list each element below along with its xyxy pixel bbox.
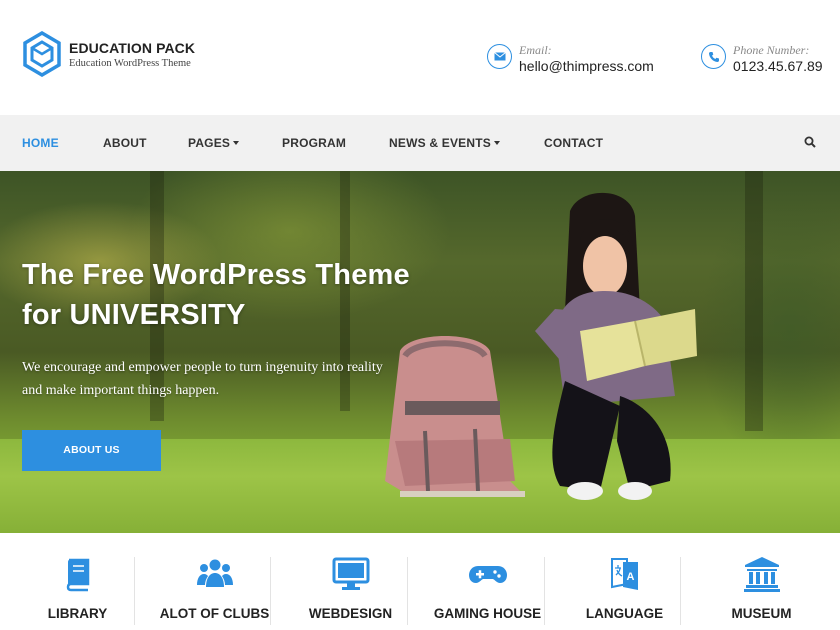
svg-text:A: A <box>626 571 634 583</box>
hero-title-line1: The Free WordPress Theme <box>22 259 410 291</box>
nav-item-news-events[interactable]: NEWS & EVENTS <box>389 115 500 171</box>
nav-item-pages[interactable]: PAGES <box>188 115 240 171</box>
nav-item-about[interactable]: ABOUT <box>103 115 147 171</box>
nav-item-news-events-label: NEWS & EVENTS <box>389 136 491 150</box>
feature-label: MUSEUM <box>731 606 792 621</box>
nav-item-pages-label: PAGES <box>188 136 231 150</box>
museum-icon <box>743 557 780 592</box>
main-navigation: HOME ABOUT PAGES PROGRAM NEWS & EVENTS C… <box>0 115 840 171</box>
site-header: EDUCATION PACK Education WordPress Theme… <box>0 0 840 115</box>
feature-divider <box>270 557 271 625</box>
caret-down-icon <box>233 140 240 145</box>
feature-divider <box>544 557 545 625</box>
feature-divider <box>407 557 408 625</box>
feature-clubs[interactable]: ALOT OF CLUBS <box>146 533 283 630</box>
search-icon[interactable] <box>804 135 820 151</box>
hero-title: The Free WordPress Theme for UNIVERSITY <box>22 255 482 335</box>
feature-gaming[interactable]: GAMING HOUSE <box>419 533 556 630</box>
feature-divider <box>680 557 681 625</box>
phone-contact: Phone Number: 0123.45.67.89 <box>701 43 823 75</box>
language-icon: A <box>610 558 638 590</box>
brand-name: EDUCATION PACK <box>69 39 196 56</box>
hero-banner: The Free WordPress Theme for UNIVERSITY … <box>0 171 840 533</box>
book-icon <box>66 558 89 592</box>
phone-icon <box>701 44 726 69</box>
student-illustration <box>535 192 697 500</box>
nav-item-program[interactable]: PROGRAM <box>282 115 346 171</box>
hero-subtitle-line1: We encourage and empower people to turn … <box>22 360 383 375</box>
features-row: LIBRARY ALOT OF CLUBS WEBDESIGN GAMING H… <box>0 533 840 630</box>
feature-webdesign[interactable]: WEBDESIGN <box>282 533 419 630</box>
feature-label: LIBRARY <box>47 606 108 621</box>
monitor-icon <box>332 557 369 590</box>
feature-label: LANGUAGE <box>585 606 664 621</box>
hero-subtitle-line2: and make important things happen. <box>22 383 220 398</box>
envelope-icon <box>487 44 512 69</box>
feature-label: ALOT OF CLUBS <box>159 606 270 621</box>
site-logo[interactable]: EDUCATION PACK Education WordPress Theme <box>22 31 195 77</box>
phone-value[interactable]: 0123.45.67.89 <box>733 57 823 75</box>
hero-title-line2: for UNIVERSITY <box>22 299 246 331</box>
feature-language[interactable]: A LANGUAGE <box>556 533 693 630</box>
brand-tagline: Education WordPress Theme <box>69 57 191 69</box>
nav-item-contact[interactable]: CONTACT <box>544 115 603 171</box>
nav-item-home[interactable]: HOME <box>22 115 59 171</box>
email-contact: Email: hello@thimpress.com <box>487 43 654 75</box>
feature-library[interactable]: LIBRARY <box>9 533 146 630</box>
gamepad-icon <box>468 566 507 583</box>
phone-label: Phone Number: <box>733 43 810 57</box>
feature-museum[interactable]: MUSEUM <box>693 533 830 630</box>
feature-label: GAMING HOUSE <box>433 606 542 621</box>
email-label: Email: <box>519 43 552 57</box>
background-tree <box>745 171 763 431</box>
caret-down-icon <box>493 140 500 145</box>
about-us-button[interactable]: ABOUT US <box>22 430 161 471</box>
hero-subtitle: We encourage and empower people to turn … <box>22 356 442 402</box>
logo-hexagon-icon <box>23 31 61 77</box>
email-value[interactable]: hello@thimpress.com <box>519 57 654 75</box>
feature-divider <box>134 557 135 625</box>
users-icon <box>196 559 233 587</box>
feature-label: WEBDESIGN <box>308 606 393 621</box>
